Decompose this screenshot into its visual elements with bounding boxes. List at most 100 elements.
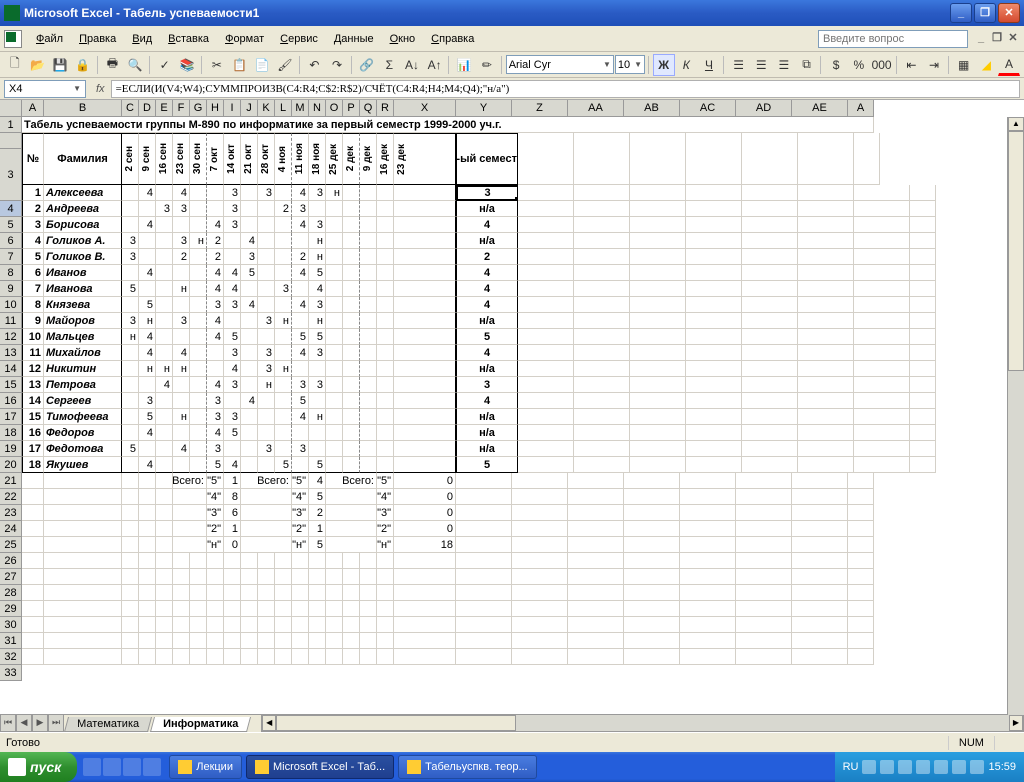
cell[interactable]: [122, 505, 139, 521]
cell[interactable]: [630, 329, 686, 345]
cell[interactable]: [456, 617, 512, 633]
cell[interactable]: [854, 329, 910, 345]
cell[interactable]: [848, 569, 874, 585]
font-name-combo[interactable]: Arial Cyr▼: [506, 55, 614, 74]
cell[interactable]: [792, 521, 848, 537]
doc-restore-button[interactable]: ❐: [990, 32, 1004, 46]
cell[interactable]: [360, 569, 377, 585]
cell[interactable]: [630, 425, 686, 441]
cell[interactable]: [241, 329, 258, 345]
cell[interactable]: [736, 569, 792, 585]
cell[interactable]: 4: [22, 233, 44, 249]
cell[interactable]: 9: [22, 313, 44, 329]
cell[interactable]: [224, 569, 241, 585]
cell[interactable]: [122, 585, 139, 601]
cell[interactable]: [360, 553, 377, 569]
cell[interactable]: 4: [292, 345, 309, 361]
cell[interactable]: [568, 601, 624, 617]
cell[interactable]: [518, 393, 574, 409]
cell[interactable]: [224, 649, 241, 665]
cell[interactable]: [122, 393, 139, 409]
cell[interactable]: 4: [139, 265, 156, 281]
cell[interactable]: [343, 633, 360, 649]
cell[interactable]: [742, 185, 798, 201]
cell[interactable]: [326, 457, 343, 473]
cell[interactable]: [736, 473, 792, 489]
row-header-4[interactable]: 4: [0, 201, 22, 217]
cell[interactable]: [156, 409, 173, 425]
cell[interactable]: 3: [224, 345, 241, 361]
cell[interactable]: [156, 345, 173, 361]
row-header-15[interactable]: 15: [0, 377, 22, 393]
cell[interactable]: н: [258, 377, 275, 393]
cell[interactable]: [343, 601, 360, 617]
cell[interactable]: [275, 425, 292, 441]
cell[interactable]: [241, 217, 258, 233]
col-header-D[interactable]: D: [139, 100, 156, 117]
cell[interactable]: [854, 361, 910, 377]
print-button[interactable]: 🖶: [102, 54, 124, 76]
cell[interactable]: [518, 329, 574, 345]
cell[interactable]: [360, 361, 377, 377]
cell[interactable]: [624, 617, 680, 633]
new-button[interactable]: 🗋: [4, 54, 26, 76]
cell[interactable]: [377, 281, 394, 297]
cell[interactable]: 3: [258, 441, 275, 457]
cell[interactable]: [44, 521, 122, 537]
cell[interactable]: Иванов: [44, 265, 122, 281]
bold-button[interactable]: Ж: [653, 54, 675, 76]
cell[interactable]: [326, 633, 343, 649]
cell[interactable]: 5: [309, 457, 326, 473]
tray-icon[interactable]: [862, 760, 876, 774]
cell[interactable]: [44, 649, 122, 665]
cell[interactable]: [241, 537, 292, 553]
cell[interactable]: [122, 377, 139, 393]
cell[interactable]: [343, 329, 360, 345]
cell[interactable]: [258, 633, 275, 649]
cell[interactable]: [309, 553, 326, 569]
col-header-A[interactable]: A: [848, 100, 874, 117]
cell[interactable]: [258, 425, 275, 441]
cell[interactable]: [156, 537, 173, 553]
cell[interactable]: [343, 265, 360, 281]
cell[interactable]: 18 ноя: [309, 133, 326, 185]
cell[interactable]: 10: [22, 329, 44, 345]
cell[interactable]: [456, 489, 512, 505]
cell[interactable]: 4: [173, 441, 190, 457]
col-header-M[interactable]: M: [292, 100, 309, 117]
cell[interactable]: [377, 649, 394, 665]
cell[interactable]: [742, 313, 798, 329]
cell[interactable]: [680, 601, 736, 617]
name-box[interactable]: X4▼: [4, 80, 86, 98]
cell[interactable]: [258, 569, 275, 585]
cell[interactable]: [630, 133, 686, 185]
cell[interactable]: [343, 649, 360, 665]
cell[interactable]: [190, 457, 207, 473]
cell[interactable]: [241, 649, 258, 665]
cell[interactable]: [394, 649, 456, 665]
cell[interactable]: [190, 393, 207, 409]
cell[interactable]: 3: [122, 249, 139, 265]
cell[interactable]: [574, 185, 630, 201]
cell[interactable]: [742, 281, 798, 297]
cell[interactable]: [574, 361, 630, 377]
chart-button[interactable]: 📊: [453, 54, 475, 76]
sort-desc-button[interactable]: A↑: [424, 54, 446, 76]
cell[interactable]: [258, 233, 275, 249]
cell[interactable]: [512, 617, 568, 633]
cell[interactable]: [326, 201, 343, 217]
cell[interactable]: [742, 441, 798, 457]
tray-icon[interactable]: [970, 760, 984, 774]
cell[interactable]: [798, 217, 854, 233]
cell[interactable]: н: [275, 361, 292, 377]
cell[interactable]: [848, 473, 874, 489]
cell[interactable]: [326, 281, 343, 297]
cell[interactable]: [122, 601, 139, 617]
cell[interactable]: [122, 297, 139, 313]
cell[interactable]: Голиков А.: [44, 233, 122, 249]
cell[interactable]: 23 дек: [394, 133, 456, 185]
cell[interactable]: 5: [309, 265, 326, 281]
cell[interactable]: [309, 649, 326, 665]
cell[interactable]: н/а: [456, 441, 518, 457]
cell[interactable]: 16 сен: [156, 133, 173, 185]
